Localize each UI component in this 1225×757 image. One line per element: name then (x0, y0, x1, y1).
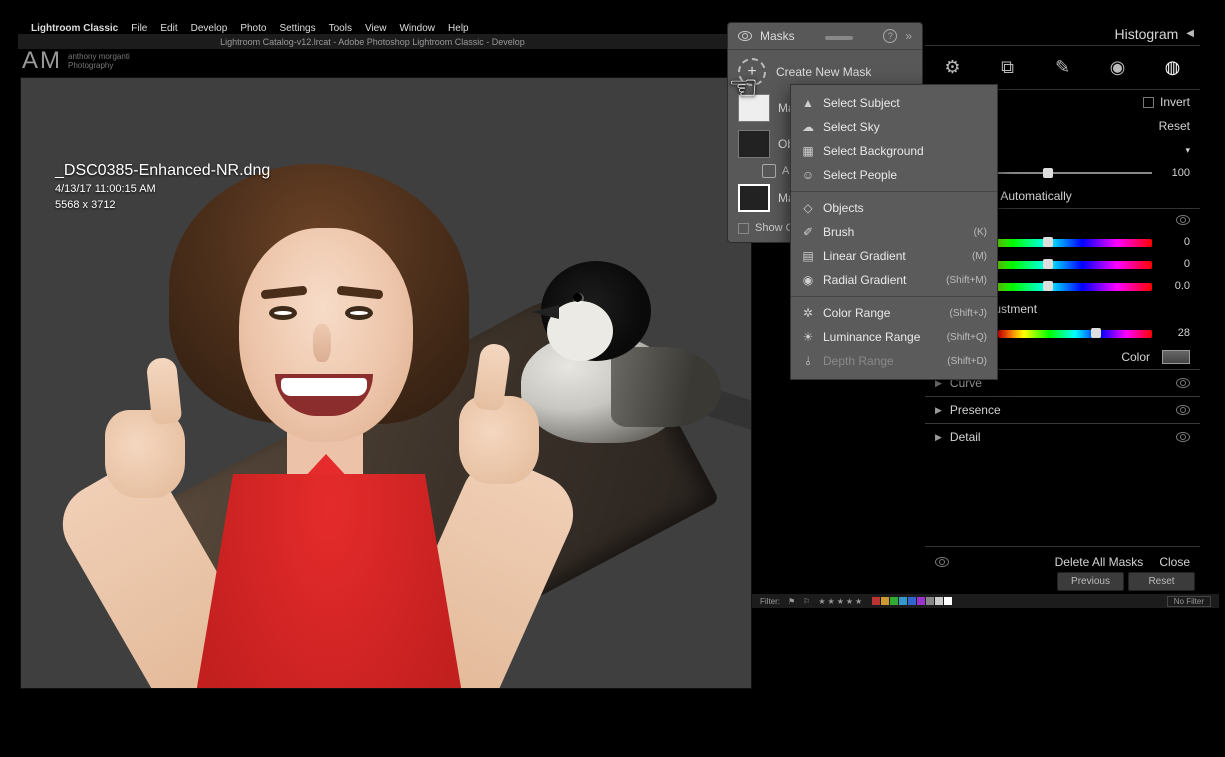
image-info-overlay: _DSC0385-Enhanced-NR.dng 4/13/17 11:00:1… (55, 163, 270, 213)
overlay-person (109, 164, 639, 689)
menu-develop[interactable]: Develop (191, 23, 228, 34)
brush-icon: ✐ (801, 225, 815, 239)
swatch[interactable] (935, 597, 943, 605)
logo-mark: AM (22, 47, 62, 75)
section-presence[interactable]: ▶Presence (925, 396, 1200, 423)
people-icon: ☺ (801, 168, 815, 182)
star-rating[interactable]: ★★★★★ (818, 597, 864, 606)
plus-circle-icon: + (738, 58, 766, 86)
swatch[interactable] (899, 597, 907, 605)
mask-thumb-icon (738, 184, 770, 212)
luminance-range-icon: ☀ (801, 330, 815, 344)
menu-tools[interactable]: Tools (329, 23, 352, 34)
menu-select-people[interactable]: ☺Select People (791, 163, 997, 187)
eye-icon[interactable] (1176, 405, 1190, 415)
flag-icon[interactable]: ⚑ (788, 597, 795, 606)
menu-linear-gradient[interactable]: ▤Linear Gradient(M) (791, 244, 997, 268)
image-canvas[interactable]: _DSC0385-Enhanced-NR.dng 4/13/17 11:00:1… (20, 77, 752, 689)
reset-button[interactable]: Reset (1128, 572, 1195, 591)
eye-icon[interactable] (935, 557, 949, 567)
color-label: Color (1121, 350, 1150, 364)
checkbox-icon (738, 223, 749, 234)
sky-icon: ☁ (801, 120, 815, 134)
identity-plate: AM anthony morgantiPhotography (22, 47, 130, 75)
triangle-right-icon: ▶ (935, 405, 942, 416)
menu-view[interactable]: View (365, 23, 387, 34)
objects-icon: ◇ (801, 201, 815, 215)
crop-icon[interactable]: ⧉ (993, 57, 1023, 78)
previous-button[interactable]: Previous (1057, 572, 1124, 591)
swatch[interactable] (917, 597, 925, 605)
person-icon: ▲ (801, 96, 815, 110)
redeye-icon[interactable]: ◉ (1103, 57, 1133, 78)
menu-help[interactable]: Help (448, 23, 469, 34)
masks-panel-header[interactable]: Masks ? » (728, 23, 922, 50)
depth-range-icon: ⫰ (801, 354, 815, 368)
image-datetime: 4/13/17 11:00:15 AM (55, 181, 270, 197)
previous-reset-buttons: Previous Reset (1057, 572, 1195, 591)
chevron-right-icon[interactable]: » (905, 29, 912, 43)
library-filter-bar[interactable]: Filter: ⚑ ⚐ ★★★★★ No Filter (752, 594, 1219, 608)
menu-luminance-range[interactable]: ☀Luminance Range(Shift+Q) (791, 325, 997, 349)
flag-icon[interactable]: ⚐ (803, 597, 810, 606)
amount-value: 100 (1160, 167, 1190, 179)
swatch[interactable] (926, 597, 934, 605)
histogram-header[interactable]: Histogram ◀ (925, 22, 1200, 46)
swatch[interactable] (881, 597, 889, 605)
menu-settings[interactable]: Settings (279, 23, 315, 34)
new-mask-menu[interactable]: ▲Select Subject☁Select Sky▦Select Backgr… (790, 84, 998, 380)
radial-gradient-icon: ◉ (801, 273, 815, 287)
eye-icon[interactable] (738, 31, 752, 41)
mask-thumb-icon (738, 94, 770, 122)
close-button[interactable]: Close (1159, 555, 1190, 569)
heal-icon[interactable]: ✎ (1048, 57, 1078, 78)
triangle-right-icon: ▶ (935, 432, 942, 443)
section-detail[interactable]: ▶Detail (925, 423, 1200, 450)
create-new-mask-label: Create New Mask (776, 65, 871, 79)
eye-icon[interactable] (1176, 215, 1190, 225)
checkbox-icon (1143, 97, 1154, 108)
swatch[interactable] (872, 597, 880, 605)
linear-gradient-icon: ▤ (801, 249, 815, 263)
color-well[interactable] (1162, 350, 1190, 364)
eye-icon[interactable] (1176, 432, 1190, 442)
chevron-down-icon: ▾ (1185, 145, 1190, 156)
no-filter-button[interactable]: No Filter (1167, 596, 1211, 607)
menu-depth-range: ⫰Depth Range(Shift+D) (791, 349, 997, 373)
menu-file[interactable]: File (131, 23, 147, 34)
saturation-value: 28 (1160, 327, 1190, 339)
menu-radial-gradient[interactable]: ◉Radial Gradient(Shift+M) (791, 268, 997, 292)
histogram-label: Histogram (1115, 26, 1179, 42)
add-component-icon (762, 164, 776, 178)
menu-brush[interactable]: ✐Brush(K) (791, 220, 997, 244)
masking-icon[interactable]: ◍ (1158, 57, 1188, 78)
delete-all-masks-button[interactable]: Delete All Masks (1055, 555, 1144, 569)
menu-select-sky[interactable]: ☁Select Sky (791, 115, 997, 139)
image-filename: _DSC0385-Enhanced-NR.dng (55, 163, 270, 179)
masks-title: Masks (760, 29, 795, 43)
swatch[interactable] (908, 597, 916, 605)
filter-label: Filter: (760, 597, 780, 606)
drag-handle-icon[interactable] (803, 29, 876, 43)
swatch[interactable] (944, 597, 952, 605)
triangle-left-icon[interactable]: ◀ (1186, 28, 1194, 39)
menu-select-background[interactable]: ▦Select Background (791, 139, 997, 163)
eye-icon[interactable] (1176, 378, 1190, 388)
swatch[interactable] (890, 597, 898, 605)
menu-photo[interactable]: Photo (240, 23, 266, 34)
background-icon: ▦ (801, 144, 815, 158)
help-icon[interactable]: ? (883, 29, 897, 43)
menu-color-range[interactable]: ✲Color Range(Shift+J) (791, 301, 997, 325)
menu-objects[interactable]: ◇Objects (791, 196, 997, 220)
menu-select-subject[interactable]: ▲Select Subject (791, 91, 997, 115)
menu-window[interactable]: Window (399, 23, 435, 34)
adjust-icon[interactable]: ⚙ (938, 57, 968, 78)
app-name[interactable]: Lightroom Classic (31, 23, 118, 34)
menu-edit[interactable]: Edit (160, 23, 177, 34)
image-dimensions: 5568 x 3712 (55, 197, 270, 213)
color-label-swatches[interactable] (872, 597, 952, 605)
color-range-icon: ✲ (801, 306, 815, 320)
mask-thumb-icon (738, 130, 770, 158)
logo-sub: anthony morgantiPhotography (68, 52, 130, 70)
